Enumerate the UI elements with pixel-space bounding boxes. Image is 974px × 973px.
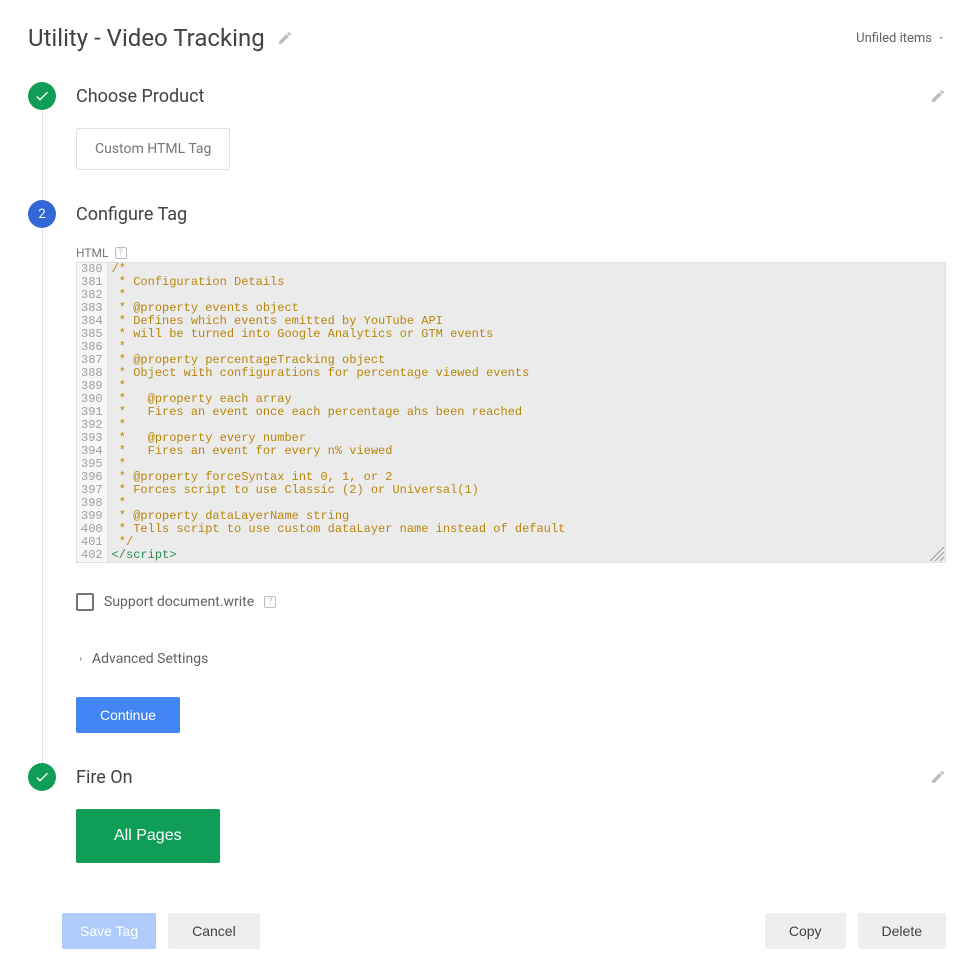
chevron-down-icon (936, 33, 946, 43)
resize-handle-icon[interactable] (930, 547, 944, 561)
edit-step-3-icon[interactable] (930, 769, 946, 785)
step-2-title: Configure Tag (76, 204, 187, 225)
step-2-badge: 2 (28, 200, 56, 228)
help-icon[interactable]: ? (264, 596, 276, 608)
delete-button[interactable]: Delete (858, 913, 946, 949)
code-line[interactable]: * Object with configurations for percent… (112, 367, 941, 380)
code-line[interactable]: */ (112, 536, 941, 549)
step-1-badge (28, 82, 56, 110)
cancel-button[interactable]: Cancel (168, 913, 260, 949)
advanced-settings-toggle[interactable]: Advanced Settings (76, 651, 946, 667)
edit-title-icon[interactable] (277, 30, 293, 46)
step-3-badge (28, 763, 56, 791)
page-title: Utility - Video Tracking (28, 24, 265, 52)
code-editor[interactable]: 3803813823833843853863873883893903913923… (76, 262, 946, 563)
step-3-title: Fire On (76, 767, 133, 788)
code-line[interactable]: * Fires an event for every n% viewed (112, 445, 941, 458)
save-tag-button[interactable]: Save Tag (62, 913, 156, 949)
advanced-settings-label: Advanced Settings (92, 651, 208, 667)
code-line[interactable]: * will be turned into Google Analytics o… (112, 328, 941, 341)
code-line[interactable]: * Configuration Details (112, 276, 941, 289)
folder-dropdown[interactable]: Unfiled items (856, 31, 946, 46)
help-icon[interactable]: ? (115, 247, 127, 259)
folder-dropdown-label: Unfiled items (856, 31, 932, 46)
continue-button[interactable]: Continue (76, 697, 180, 733)
product-chip[interactable]: Custom HTML Tag (76, 128, 230, 170)
trigger-all-pages[interactable]: All Pages (76, 809, 220, 863)
check-icon (34, 769, 50, 785)
step-1-title: Choose Product (76, 86, 204, 107)
code-line[interactable]: * Tells script to use custom dataLayer n… (112, 523, 941, 536)
support-document-write-checkbox[interactable] (76, 593, 94, 611)
code-line[interactable]: </script> (112, 549, 941, 562)
code-line[interactable]: * Forces script to use Classic (2) or Un… (112, 484, 941, 497)
copy-button[interactable]: Copy (765, 913, 846, 949)
support-document-write-label: Support document.write (104, 594, 254, 610)
chevron-right-icon (76, 654, 86, 664)
code-line[interactable]: * Fires an event once each percentage ah… (112, 406, 941, 419)
edit-step-1-icon[interactable] (930, 88, 946, 104)
line-number: 402 (77, 549, 107, 562)
html-field-label: HTML (76, 246, 109, 260)
check-icon (34, 88, 50, 104)
